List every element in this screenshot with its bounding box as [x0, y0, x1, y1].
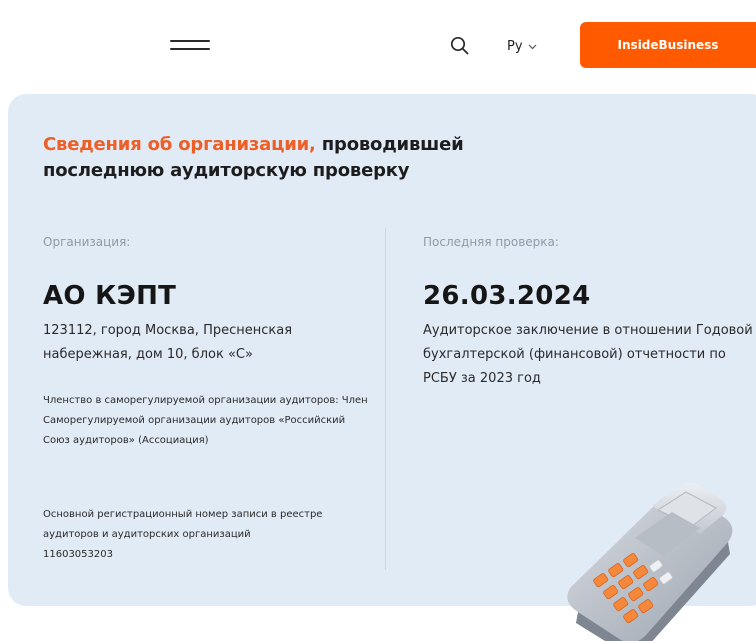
registration-number-text: Основной регистрационный номер записи в …	[43, 509, 323, 540]
inside-business-button[interactable]: InsideBusiness	[580, 22, 756, 68]
org-address: 123112, город Москва, Пресненская набере…	[43, 323, 293, 362]
membership-text: Членство в саморегулируемой организации …	[43, 395, 368, 446]
org-label: Организация:	[43, 235, 131, 249]
search-icon[interactable]	[449, 35, 471, 57]
registration-number-value: 11603053203	[43, 549, 113, 560]
check-description: Аудиторское заключение в отношении Годов…	[423, 323, 753, 386]
chevron-down-icon	[528, 44, 536, 49]
language-label: Ру	[507, 38, 523, 54]
menu-icon[interactable]	[170, 38, 210, 52]
card-title-rest: проводившей	[315, 134, 464, 155]
check-label: Последняя проверка:	[423, 235, 559, 249]
column-divider	[385, 228, 386, 570]
check-date: 26.03.2024	[423, 281, 591, 311]
card-title-accent: Сведения об организации,	[43, 134, 316, 155]
card-title-line2: последнюю аудиторскую проверку	[43, 160, 410, 181]
org-name: АО КЭПТ	[43, 281, 177, 311]
payment-terminal-illustration	[540, 478, 756, 641]
card-title: Сведения об организации, проводившей пос…	[43, 132, 563, 184]
registration-number-block: Основной регистрационный номер записи в …	[43, 505, 373, 565]
language-select[interactable]: Ру	[507, 37, 537, 55]
